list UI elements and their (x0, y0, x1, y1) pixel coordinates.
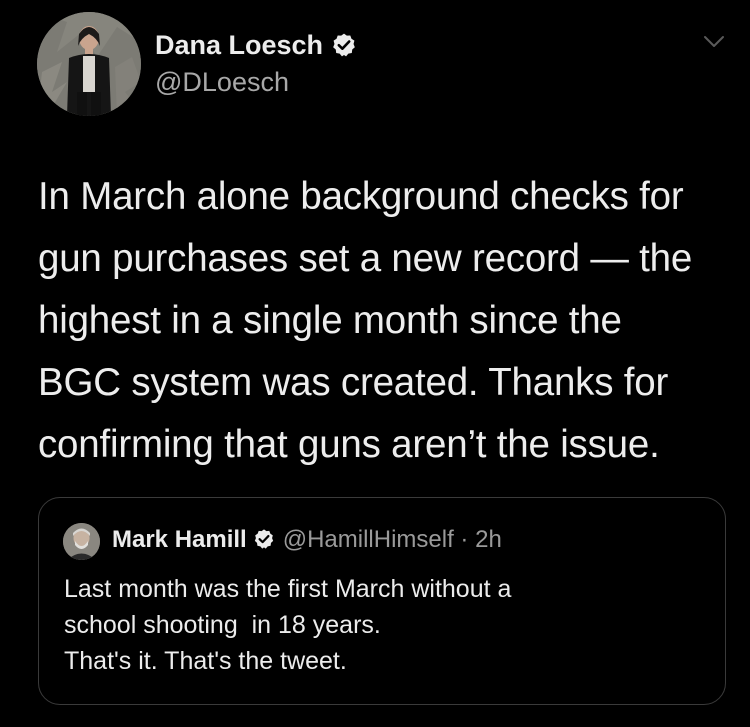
quoted-author-name[interactable]: Mark Hamill (112, 526, 247, 553)
author-name[interactable]: Dana Loesch (155, 30, 357, 61)
tweet-text-line: In March alone background checks for (38, 175, 684, 218)
quoted-tweet-header: Mark Hamill @HamillHimself · 2h (112, 526, 502, 554)
verified-badge-icon (254, 529, 273, 549)
tweet-text-line: confirming that guns aren’t the issue. (38, 423, 660, 466)
author-name-text[interactable]: Dana Loesch (155, 30, 323, 60)
quoted-tweet-time[interactable]: 2h (475, 526, 502, 553)
quoted-text-line: school shooting in 18 years. (64, 611, 381, 639)
quoted-tweet-separator: · (453, 526, 476, 553)
tweet-text-line: highest in a single month since the (38, 299, 622, 342)
quoted-tweet-body: Last month was the first March without a… (64, 571, 511, 679)
quoted-text-line: Last month was the first March without a (64, 575, 512, 603)
author-avatar[interactable] (37, 12, 141, 116)
quoted-author-avatar[interactable] (63, 523, 100, 560)
author-handle[interactable]: @DLoesch (155, 67, 289, 98)
quoted-text-line: That's it. That's the tweet. (64, 647, 347, 675)
author-avatar-image (37, 12, 141, 116)
verified-badge-icon (333, 33, 355, 57)
quoted-tweet-card[interactable]: Mark Hamill @HamillHimself · 2h Last mon… (38, 497, 726, 705)
tweet-body: In March alone background checks for gun… (38, 166, 738, 476)
chevron-down-icon[interactable] (703, 35, 725, 49)
quoted-author-handle[interactable]: @HamillHimself (283, 526, 454, 553)
quoted-author-avatar-image (63, 523, 100, 560)
tweet-text-line: BGC system was created. Thanks for (38, 361, 669, 404)
tweet-text-line: gun purchases set a new record — the (38, 237, 693, 280)
